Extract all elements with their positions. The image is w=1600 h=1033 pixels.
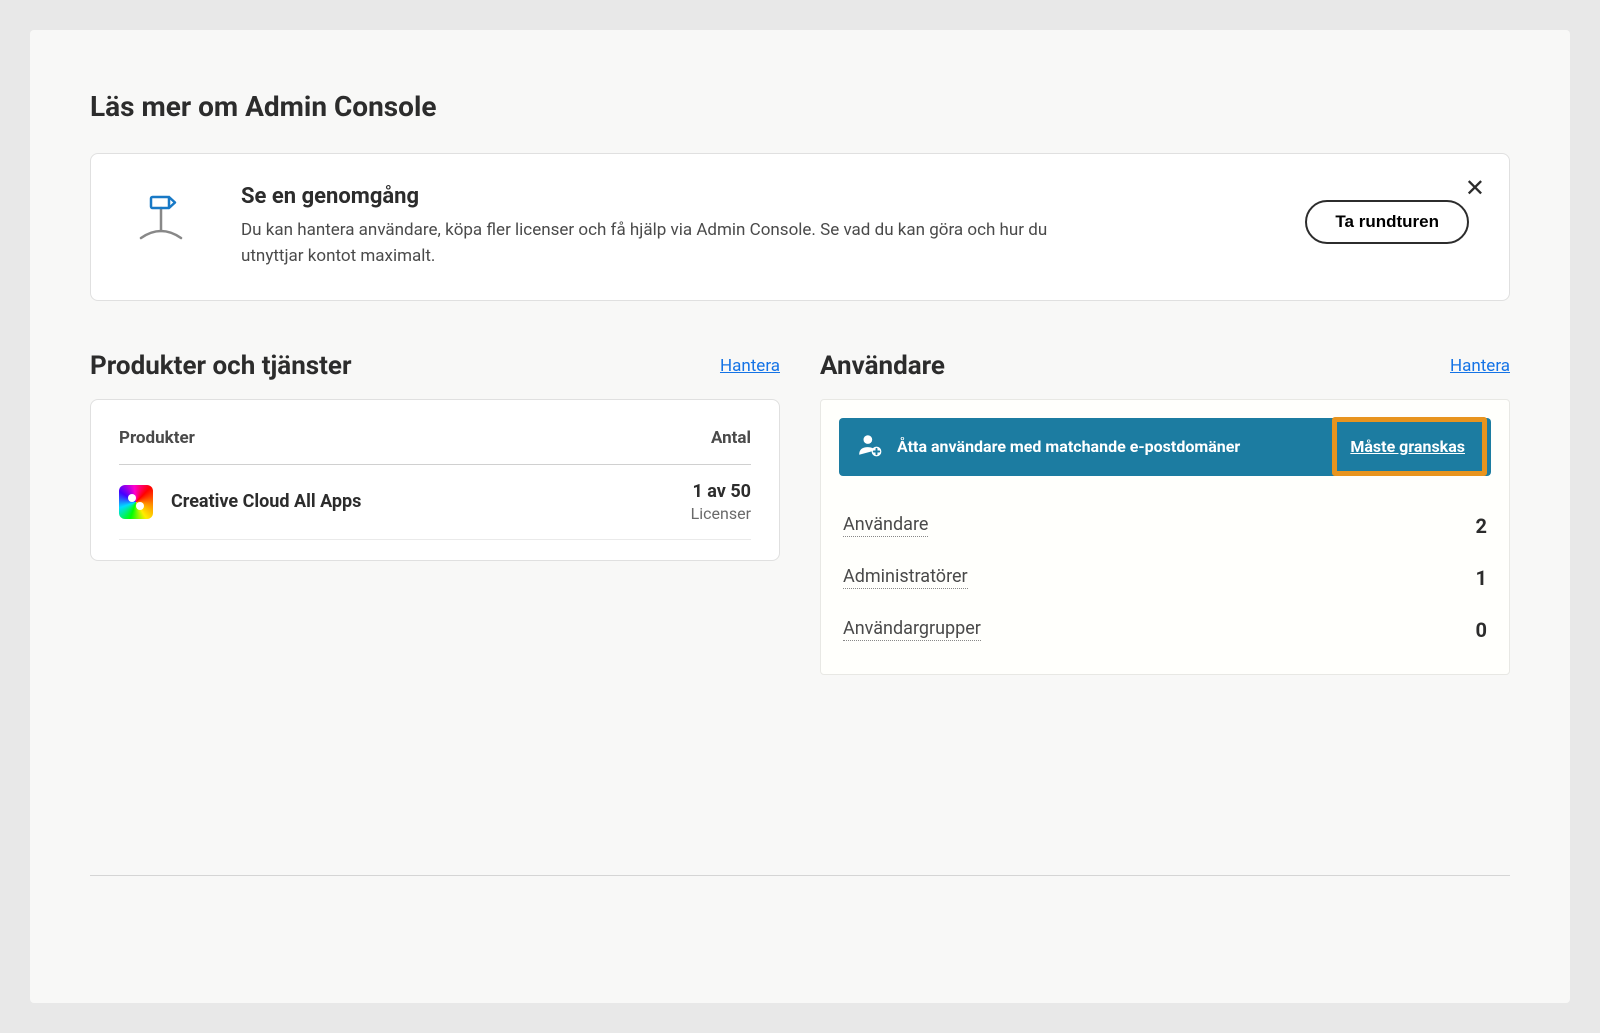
users-title: Användare xyxy=(820,351,945,381)
creative-cloud-icon xyxy=(119,485,153,519)
users-column: Användare Hantera Åtta användare med mat… xyxy=(820,351,1510,675)
groups-label[interactable]: Användargrupper xyxy=(843,618,981,641)
dashboard-columns: Produkter och tjänster Hantera Produkter… xyxy=(90,351,1510,675)
users-panel: Åtta användare med matchande e-postdomän… xyxy=(820,399,1510,675)
groups-row: Användargrupper 0 xyxy=(839,604,1491,656)
signpost-icon xyxy=(131,190,201,254)
walkthrough-description: Du kan hantera användare, köpa fler lice… xyxy=(241,217,1061,270)
users-row: Användare 2 xyxy=(839,500,1491,552)
users-value: 2 xyxy=(1476,514,1487,538)
products-table-header: Produkter Antal xyxy=(119,428,751,465)
products-col-count: Antal xyxy=(711,428,751,448)
products-header: Produkter och tjänster Hantera xyxy=(90,351,780,381)
admins-value: 1 xyxy=(1476,566,1487,590)
add-user-icon xyxy=(857,432,883,462)
products-column: Produkter och tjänster Hantera Produkter… xyxy=(90,351,780,675)
users-alert-bar: Åtta användare med matchande e-postdomän… xyxy=(839,418,1491,476)
walkthrough-text: Se en genomgång Du kan hantera användare… xyxy=(241,184,1265,270)
products-manage-link[interactable]: Hantera xyxy=(720,356,780,376)
product-licenses-label: Licenser xyxy=(691,504,751,523)
alert-text: Åtta användare med matchande e-postdomän… xyxy=(897,437,1328,456)
products-col-products: Produkter xyxy=(119,428,195,448)
close-icon[interactable]: ✕ xyxy=(1465,176,1485,200)
must-review-link[interactable]: Måste granskas xyxy=(1350,437,1465,456)
admin-console-panel: Läs mer om Admin Console Se en genomgång… xyxy=(30,30,1570,1003)
users-label[interactable]: Användare xyxy=(843,514,928,537)
take-tour-button[interactable]: Ta rundturen xyxy=(1305,200,1469,244)
product-count-value: 1 av 50 xyxy=(691,481,751,502)
spacer xyxy=(90,876,1510,888)
product-name: Creative Cloud All Apps xyxy=(171,491,691,512)
products-title: Produkter och tjänster xyxy=(90,351,352,381)
walkthrough-card: Se en genomgång Du kan hantera användare… xyxy=(90,153,1510,301)
admins-label[interactable]: Administratörer xyxy=(843,566,968,589)
users-header: Användare Hantera xyxy=(820,351,1510,381)
page-title: Läs mer om Admin Console xyxy=(90,90,1510,123)
product-row[interactable]: Creative Cloud All Apps 1 av 50 Licenser xyxy=(119,465,751,540)
groups-value: 0 xyxy=(1476,618,1487,642)
walkthrough-title: Se en genomgång xyxy=(241,184,1265,209)
admins-row: Administratörer 1 xyxy=(839,552,1491,604)
product-count: 1 av 50 Licenser xyxy=(691,481,751,523)
users-manage-link[interactable]: Hantera xyxy=(1450,356,1510,376)
products-panel: Produkter Antal Creative Cloud All Apps … xyxy=(90,399,780,561)
